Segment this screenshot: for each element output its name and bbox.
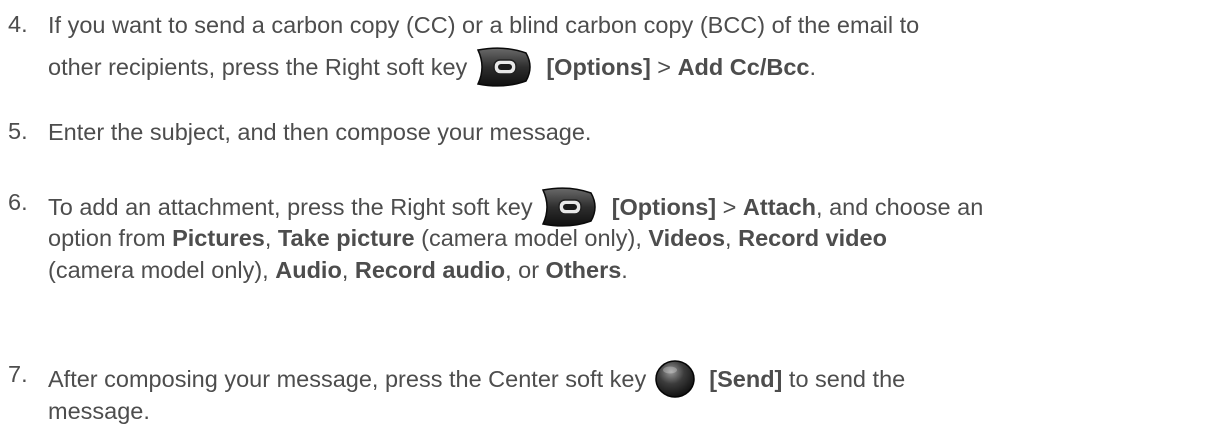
step-6-line-1: To add an attachment, press the Right so…: [48, 187, 984, 229]
option-name: Videos: [648, 225, 726, 251]
step-text: If you want to send a carbon copy (CC) o…: [48, 12, 920, 38]
step-text: ,: [264, 225, 278, 251]
option-name: Take picture: [277, 225, 415, 251]
step-4-line-1: If you want to send a carbon copy (CC) o…: [48, 11, 919, 39]
step-text: (camera model only),: [414, 225, 649, 251]
step-text: , and choose an: [816, 194, 984, 221]
step-5-line-1: Enter the subject, and then compose your…: [48, 118, 591, 146]
menu-item-name: Attach: [742, 194, 817, 221]
step-number: 4.: [8, 11, 28, 37]
step-7-line-2: message.: [48, 397, 150, 425]
step-6-line-2: option from Pictures, Take picture (came…: [48, 224, 887, 252]
option-name: Record video: [738, 225, 887, 251]
send-label: [Send]: [709, 366, 783, 393]
option-name: Audio: [275, 257, 342, 283]
step-text: ,: [725, 225, 739, 251]
step-text: other recipients, press the Right soft k…: [48, 54, 468, 81]
step-text: After composing your message, press the …: [48, 366, 647, 393]
option-name: Others: [545, 257, 622, 283]
step-text: .: [621, 257, 628, 283]
option-name: Pictures: [172, 225, 265, 251]
step-7-line-1: After composing your message, press the …: [48, 359, 906, 401]
step-text: ,: [341, 257, 355, 283]
step-text: .: [809, 54, 816, 81]
step-text: Enter the subject, and then compose your…: [48, 119, 592, 145]
option-name: Record audio: [354, 257, 506, 283]
options-label: [Options]: [546, 54, 651, 81]
step-text: >: [650, 54, 678, 81]
step-number: 7.: [8, 361, 28, 387]
step-text: to send the: [782, 366, 906, 393]
center-soft-key-icon: [653, 359, 697, 399]
right-soft-key-icon: [474, 47, 534, 87]
step-text: (camera model only),: [48, 257, 276, 283]
right-soft-key-icon: [539, 187, 599, 227]
menu-item-name: Add Cc/Bcc: [677, 54, 810, 81]
step-text: >: [716, 194, 743, 221]
step-text: option from: [48, 225, 173, 251]
step-6-line-3: (camera model only), Audio, Record audio…: [48, 256, 628, 284]
step-text: To add an attachment, press the Right so…: [48, 194, 533, 221]
step-number: 6.: [8, 189, 28, 215]
step-text: , or: [505, 257, 546, 283]
options-label: [Options]: [611, 194, 717, 221]
step-number: 5.: [8, 118, 28, 144]
step-4-line-2: other recipients, press the Right soft k…: [48, 47, 816, 89]
step-text: message.: [48, 398, 150, 424]
